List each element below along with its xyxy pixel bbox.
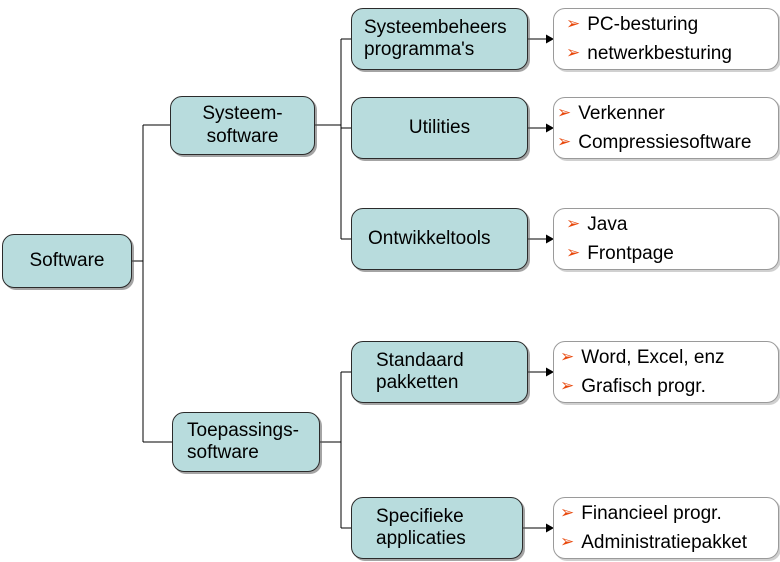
node-software-label: Software [29, 249, 105, 271]
leafbox-specifiekeapplicaties[interactable]: ➢ Financieel progr. ➢ Administratiepakke… [553, 497, 779, 559]
list-item-label: Verkenner [578, 102, 665, 124]
leafbox-ontwikkeltools[interactable]: ➢ Java ➢ Frontpage [553, 208, 779, 270]
list-item: ➢ PC-besturing [566, 14, 778, 36]
list-item-label: Word, Excel, enz [581, 346, 725, 368]
node-systeemsoftware-label: Systeem- software [202, 103, 283, 147]
node-ontwikkeltools[interactable]: Ontwikkeltools [351, 208, 528, 270]
node-utilities[interactable]: Utilities [351, 97, 528, 159]
list-item: ➢ Administratiepakket [560, 532, 778, 554]
list-item-label: Java [587, 213, 628, 235]
node-systeemsoftware[interactable]: Systeem- software [170, 96, 315, 155]
node-software[interactable]: Software [2, 234, 132, 288]
list-item: ➢ Financieel progr. [560, 503, 778, 525]
list-item-label: Financieel progr. [581, 502, 722, 524]
list-item: ➢ Compressiesoftware [557, 132, 778, 154]
node-standaardpakketten-label: Standaard pakketten [376, 349, 464, 393]
bullet-arrow-icon: ➢ [566, 42, 581, 62]
list-item-label: Grafisch progr. [581, 375, 706, 397]
node-standaardpakketten[interactable]: Standaard pakketten [351, 341, 528, 403]
list-item-label: Frontpage [587, 242, 674, 264]
list-item: ➢ Verkenner [557, 103, 778, 125]
node-specifiekeapplicaties[interactable]: Specifieke applicaties [351, 497, 523, 559]
node-systeembeheersprogrammas[interactable]: Systeembeheers programma's [351, 8, 528, 70]
leafbox-standaardpakketten[interactable]: ➢ Word, Excel, enz ➢ Grafisch progr. [553, 341, 779, 403]
list-item: ➢ netwerkbesturing [566, 43, 778, 65]
list-item: ➢ Word, Excel, enz [560, 347, 778, 369]
list-item-label: netwerkbesturing [587, 42, 732, 64]
diagram-canvas: Software Systeem- software Toepassings- … [0, 0, 780, 562]
bullet-arrow-icon: ➢ [560, 346, 575, 366]
list-item-label: Administratiepakket [581, 531, 748, 553]
bullet-arrow-icon: ➢ [566, 242, 581, 262]
list-item-label: Compressiesoftware [578, 131, 752, 153]
list-item: ➢ Frontpage [566, 243, 778, 265]
bullet-arrow-icon: ➢ [560, 375, 575, 395]
bullet-arrow-icon: ➢ [560, 502, 575, 522]
node-systeembeheersprogrammas-label: Systeembeheers programma's [364, 16, 507, 60]
bullet-arrow-icon: ➢ [557, 131, 572, 151]
node-specifiekeapplicaties-label: Specifieke applicaties [376, 505, 466, 549]
leafbox-systeembeheersprogrammas[interactable]: ➢ PC-besturing ➢ netwerkbesturing [553, 8, 779, 70]
leafbox-utilities[interactable]: ➢ Verkenner ➢ Compressiesoftware [553, 97, 779, 159]
bullet-arrow-icon: ➢ [566, 13, 581, 33]
list-item: ➢ Grafisch progr. [560, 376, 778, 398]
list-item-label: PC-besturing [587, 13, 699, 35]
node-ontwikkeltools-label: Ontwikkeltools [368, 227, 491, 249]
bullet-arrow-icon: ➢ [560, 531, 575, 551]
node-toepassingssoftware[interactable]: Toepassings- software [172, 412, 320, 472]
node-toepassingssoftware-label: Toepassings- software [187, 419, 299, 463]
node-utilities-label: Utilities [408, 116, 471, 138]
bullet-arrow-icon: ➢ [557, 102, 572, 122]
bullet-arrow-icon: ➢ [566, 213, 581, 233]
list-item: ➢ Java [566, 214, 778, 236]
